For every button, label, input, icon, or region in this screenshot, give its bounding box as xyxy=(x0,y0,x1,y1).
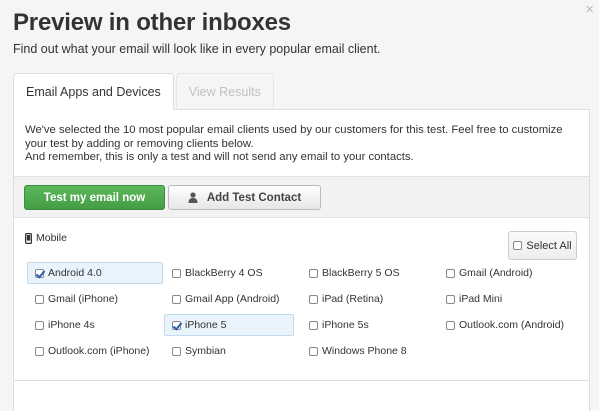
client-option[interactable]: iPad (Retina) xyxy=(301,288,383,310)
intro-text: We've selected the 10 most popular email… xyxy=(14,110,589,176)
client-checkbox[interactable] xyxy=(446,320,455,330)
tab-bar: Email Apps and Devices View Results xyxy=(13,73,274,110)
client-checkbox[interactable] xyxy=(172,346,181,356)
client-checkbox[interactable] xyxy=(172,268,181,278)
divider xyxy=(14,380,589,381)
client-label: Gmail App (Android) xyxy=(185,293,280,305)
add-test-contact-label: Add Test Contact xyxy=(206,191,302,204)
client-option[interactable]: Android 4.0 xyxy=(27,262,163,284)
client-option[interactable]: Gmail (Android) xyxy=(438,262,533,284)
intro-line-2: And remember, this is only a test and wi… xyxy=(25,151,414,163)
client-option[interactable]: iPhone 5 xyxy=(164,314,294,336)
client-checkbox[interactable] xyxy=(35,320,44,330)
add-test-contact-button[interactable]: Add Test Contact xyxy=(168,185,321,210)
client-checkbox[interactable] xyxy=(446,294,455,304)
client-option[interactable]: Gmail App (Android) xyxy=(164,288,280,310)
client-label: iPhone 5s xyxy=(322,319,369,331)
tab-email-apps-and-devices[interactable]: Email Apps and Devices xyxy=(13,73,174,110)
section-label: Mobile xyxy=(36,232,67,244)
client-checkbox[interactable] xyxy=(446,268,455,278)
client-checkbox[interactable] xyxy=(35,268,44,278)
client-label: iPhone 4s xyxy=(48,319,95,331)
client-option[interactable]: BlackBerry 5 OS xyxy=(301,262,400,284)
dialog-title: Preview in other inboxes xyxy=(13,9,291,36)
client-option[interactable]: Windows Phone 8 xyxy=(301,340,407,362)
client-option[interactable]: BlackBerry 4 OS xyxy=(164,262,263,284)
client-checkbox[interactable] xyxy=(35,346,44,356)
client-checkbox[interactable] xyxy=(172,320,181,330)
client-checkbox[interactable] xyxy=(309,294,318,304)
client-label: Outlook.com (Android) xyxy=(459,319,565,331)
client-option[interactable]: iPhone 4s xyxy=(27,314,95,336)
client-option[interactable]: Outlook.com (Android) xyxy=(438,314,564,336)
client-label: iPad (Retina) xyxy=(322,293,384,305)
client-label: Windows Phone 8 xyxy=(322,345,407,357)
client-checkbox[interactable] xyxy=(309,346,318,356)
client-label: Outlook.com (iPhone) xyxy=(48,345,150,357)
client-label: Gmail (Android) xyxy=(459,267,533,279)
client-label: iPhone 5 xyxy=(185,319,227,331)
client-checkbox[interactable] xyxy=(309,320,318,330)
intro-line-1: We've selected the 10 most popular email… xyxy=(25,124,563,150)
tab-view-results[interactable]: View Results xyxy=(175,73,274,109)
client-option[interactable]: iPhone 5s xyxy=(301,314,369,336)
select-all-label: Select All xyxy=(526,239,572,252)
client-label: BlackBerry 4 OS xyxy=(185,267,263,279)
client-option[interactable]: Symbian xyxy=(164,340,226,362)
select-all-button[interactable]: Select All xyxy=(508,231,577,260)
test-email-button[interactable]: Test my email now xyxy=(24,185,165,210)
client-checkbox[interactable] xyxy=(35,294,44,304)
select-all-checkbox[interactable] xyxy=(513,241,523,250)
mobile-phone-icon xyxy=(25,232,32,244)
client-option[interactable]: Outlook.com (iPhone) xyxy=(27,340,150,362)
close-icon[interactable]: × xyxy=(585,2,594,17)
tab-panel: We've selected the 10 most popular email… xyxy=(13,109,590,411)
client-checkbox[interactable] xyxy=(172,294,181,304)
client-label: Android 4.0 xyxy=(48,267,102,279)
client-label: BlackBerry 5 OS xyxy=(322,267,400,279)
client-checkbox[interactable] xyxy=(309,268,318,278)
client-option[interactable]: iPad Mini xyxy=(438,288,502,310)
client-label: Gmail (iPhone) xyxy=(48,293,119,305)
client-label: Symbian xyxy=(185,345,226,357)
dialog-subtitle: Find out what your email will look like … xyxy=(13,42,381,56)
action-bar: Test my email now Add Test Contact xyxy=(14,176,589,218)
person-icon xyxy=(188,192,198,203)
section-mobile: Mobile xyxy=(25,232,67,244)
client-label: iPad Mini xyxy=(459,293,503,305)
client-option[interactable]: Gmail (iPhone) xyxy=(27,288,118,310)
